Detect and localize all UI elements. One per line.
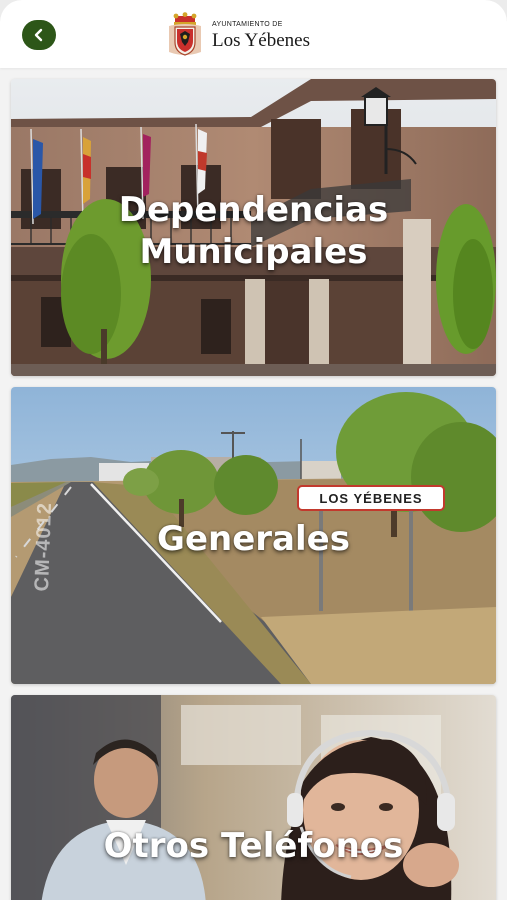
call-center-photo [11,695,496,900]
back-button[interactable] [22,20,56,50]
app-header: AYUNTAMIENTO DE Los Yébenes [0,0,507,68]
card-label-generales: Generales [157,519,350,559]
card-generales[interactable]: LOS YÉBENES CM-4012 Generales [11,387,496,684]
card-label-otros-telefonos: Otros Teléfonos [103,826,404,866]
card-label-dependencias: Dependencias Municipales [118,190,389,272]
town-sign: LOS YÉBENES [297,485,445,511]
coat-of-arms-icon [169,12,201,56]
logo-subtitle: AYUNTAMIENTO DE [212,20,283,28]
chevron-left-icon [34,28,43,42]
logo-title: Los Yébenes [212,29,310,51]
app-screen: AYUNTAMIENTO DE Los Yébenes Dependencias… [0,0,507,900]
card-otros-telefonos[interactable]: Otros Teléfonos [11,695,496,900]
card-dependencias-municipales[interactable]: Dependencias Municipales [11,79,496,376]
municipality-logo: AYUNTAMIENTO DE Los Yébenes [166,11,310,59]
